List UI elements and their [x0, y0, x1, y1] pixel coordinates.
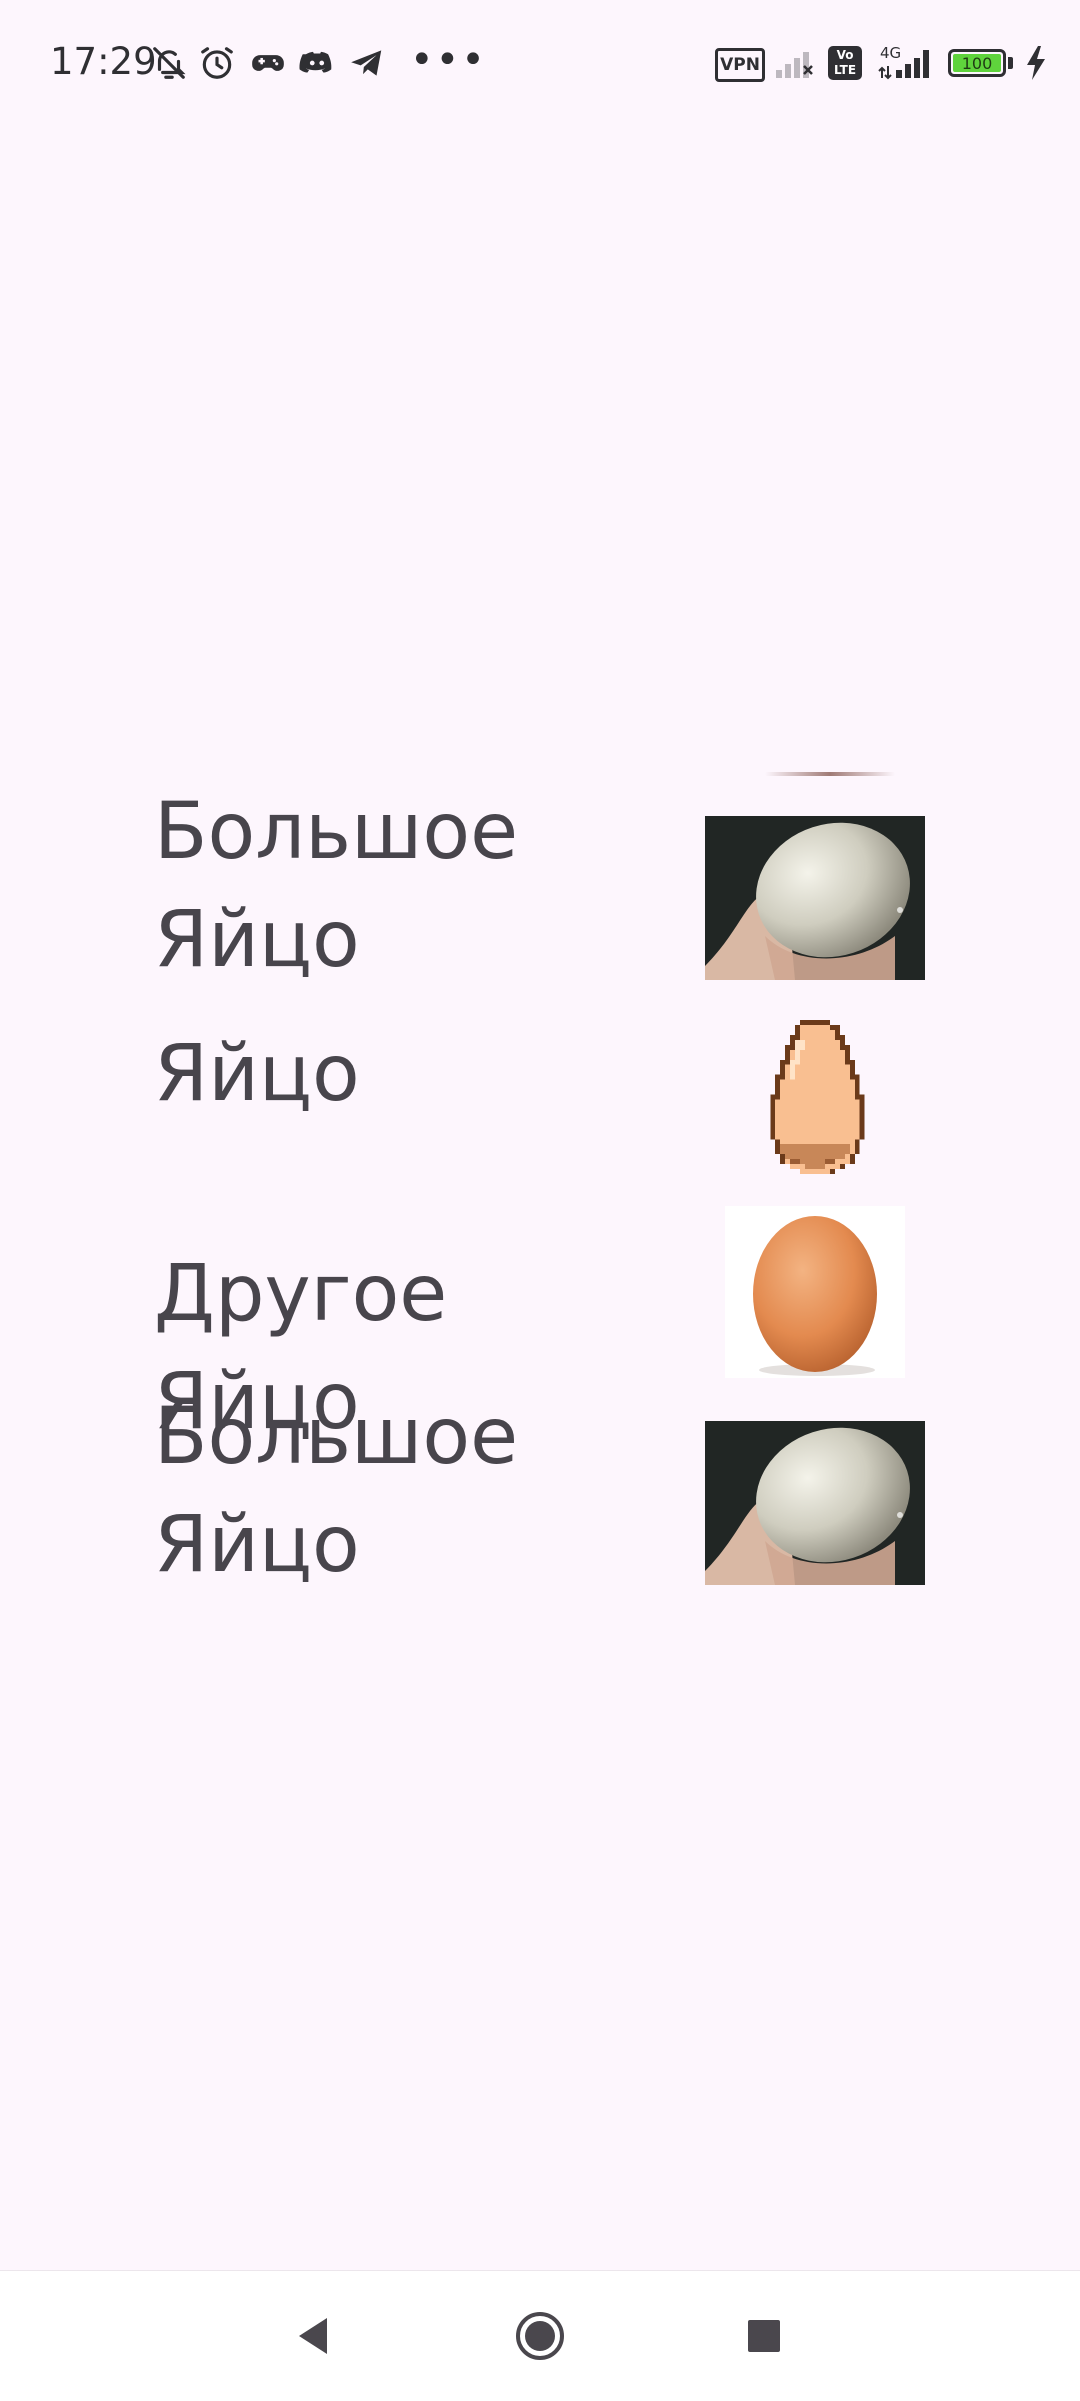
battery-level: 100 — [953, 54, 1001, 73]
volte-indicator: Vo LTE — [828, 46, 862, 80]
ostrich-egg-image — [705, 1421, 925, 1589]
charging-bolt-icon — [1024, 44, 1048, 86]
list-item[interactable]: Большое Яйцо — [0, 778, 1080, 1000]
status-time: 17:29 — [50, 40, 157, 83]
pixel-egg-image — [750, 1020, 880, 1188]
telegram-icon — [348, 44, 386, 82]
overflow-indicator: ••• — [410, 37, 487, 83]
ostrich-egg-image — [705, 816, 925, 984]
nav-recents-button[interactable] — [694, 2271, 834, 2401]
list-item[interactable]: Другое Яйцо — [0, 1206, 1080, 1447]
signal-strong-icon — [878, 46, 936, 84]
discord-icon — [298, 44, 336, 82]
item-label: Яйцо — [154, 1029, 360, 1119]
item-label: Большое Яйцо — [154, 787, 519, 985]
system-nav-bar — [0, 2270, 1080, 2401]
vpn-indicator: VPN — [715, 48, 765, 82]
status-bar: 17:29 ••• VPN Vo LTE 4G 100 — [0, 0, 1080, 128]
scroll-edge-indicator — [765, 772, 895, 776]
nav-home-button[interactable] — [470, 2271, 610, 2401]
nav-back-button[interactable] — [243, 2271, 383, 2401]
battery-tip — [1008, 57, 1013, 69]
alarm-icon — [198, 44, 236, 82]
battery-indicator: 100 — [948, 49, 1006, 77]
brown-egg-image — [725, 1206, 905, 1382]
game-controller-icon — [248, 44, 288, 82]
bell-off-icon — [150, 44, 188, 82]
back-icon — [299, 2318, 327, 2354]
signal-weak-icon — [774, 46, 816, 84]
item-label: Большое Яйцо — [154, 1392, 519, 1590]
home-icon — [516, 2312, 564, 2360]
recents-icon — [748, 2320, 780, 2352]
list-item[interactable]: Яйцо — [0, 1020, 1080, 1190]
list-item[interactable]: Большое Яйцо — [0, 1383, 1080, 1605]
